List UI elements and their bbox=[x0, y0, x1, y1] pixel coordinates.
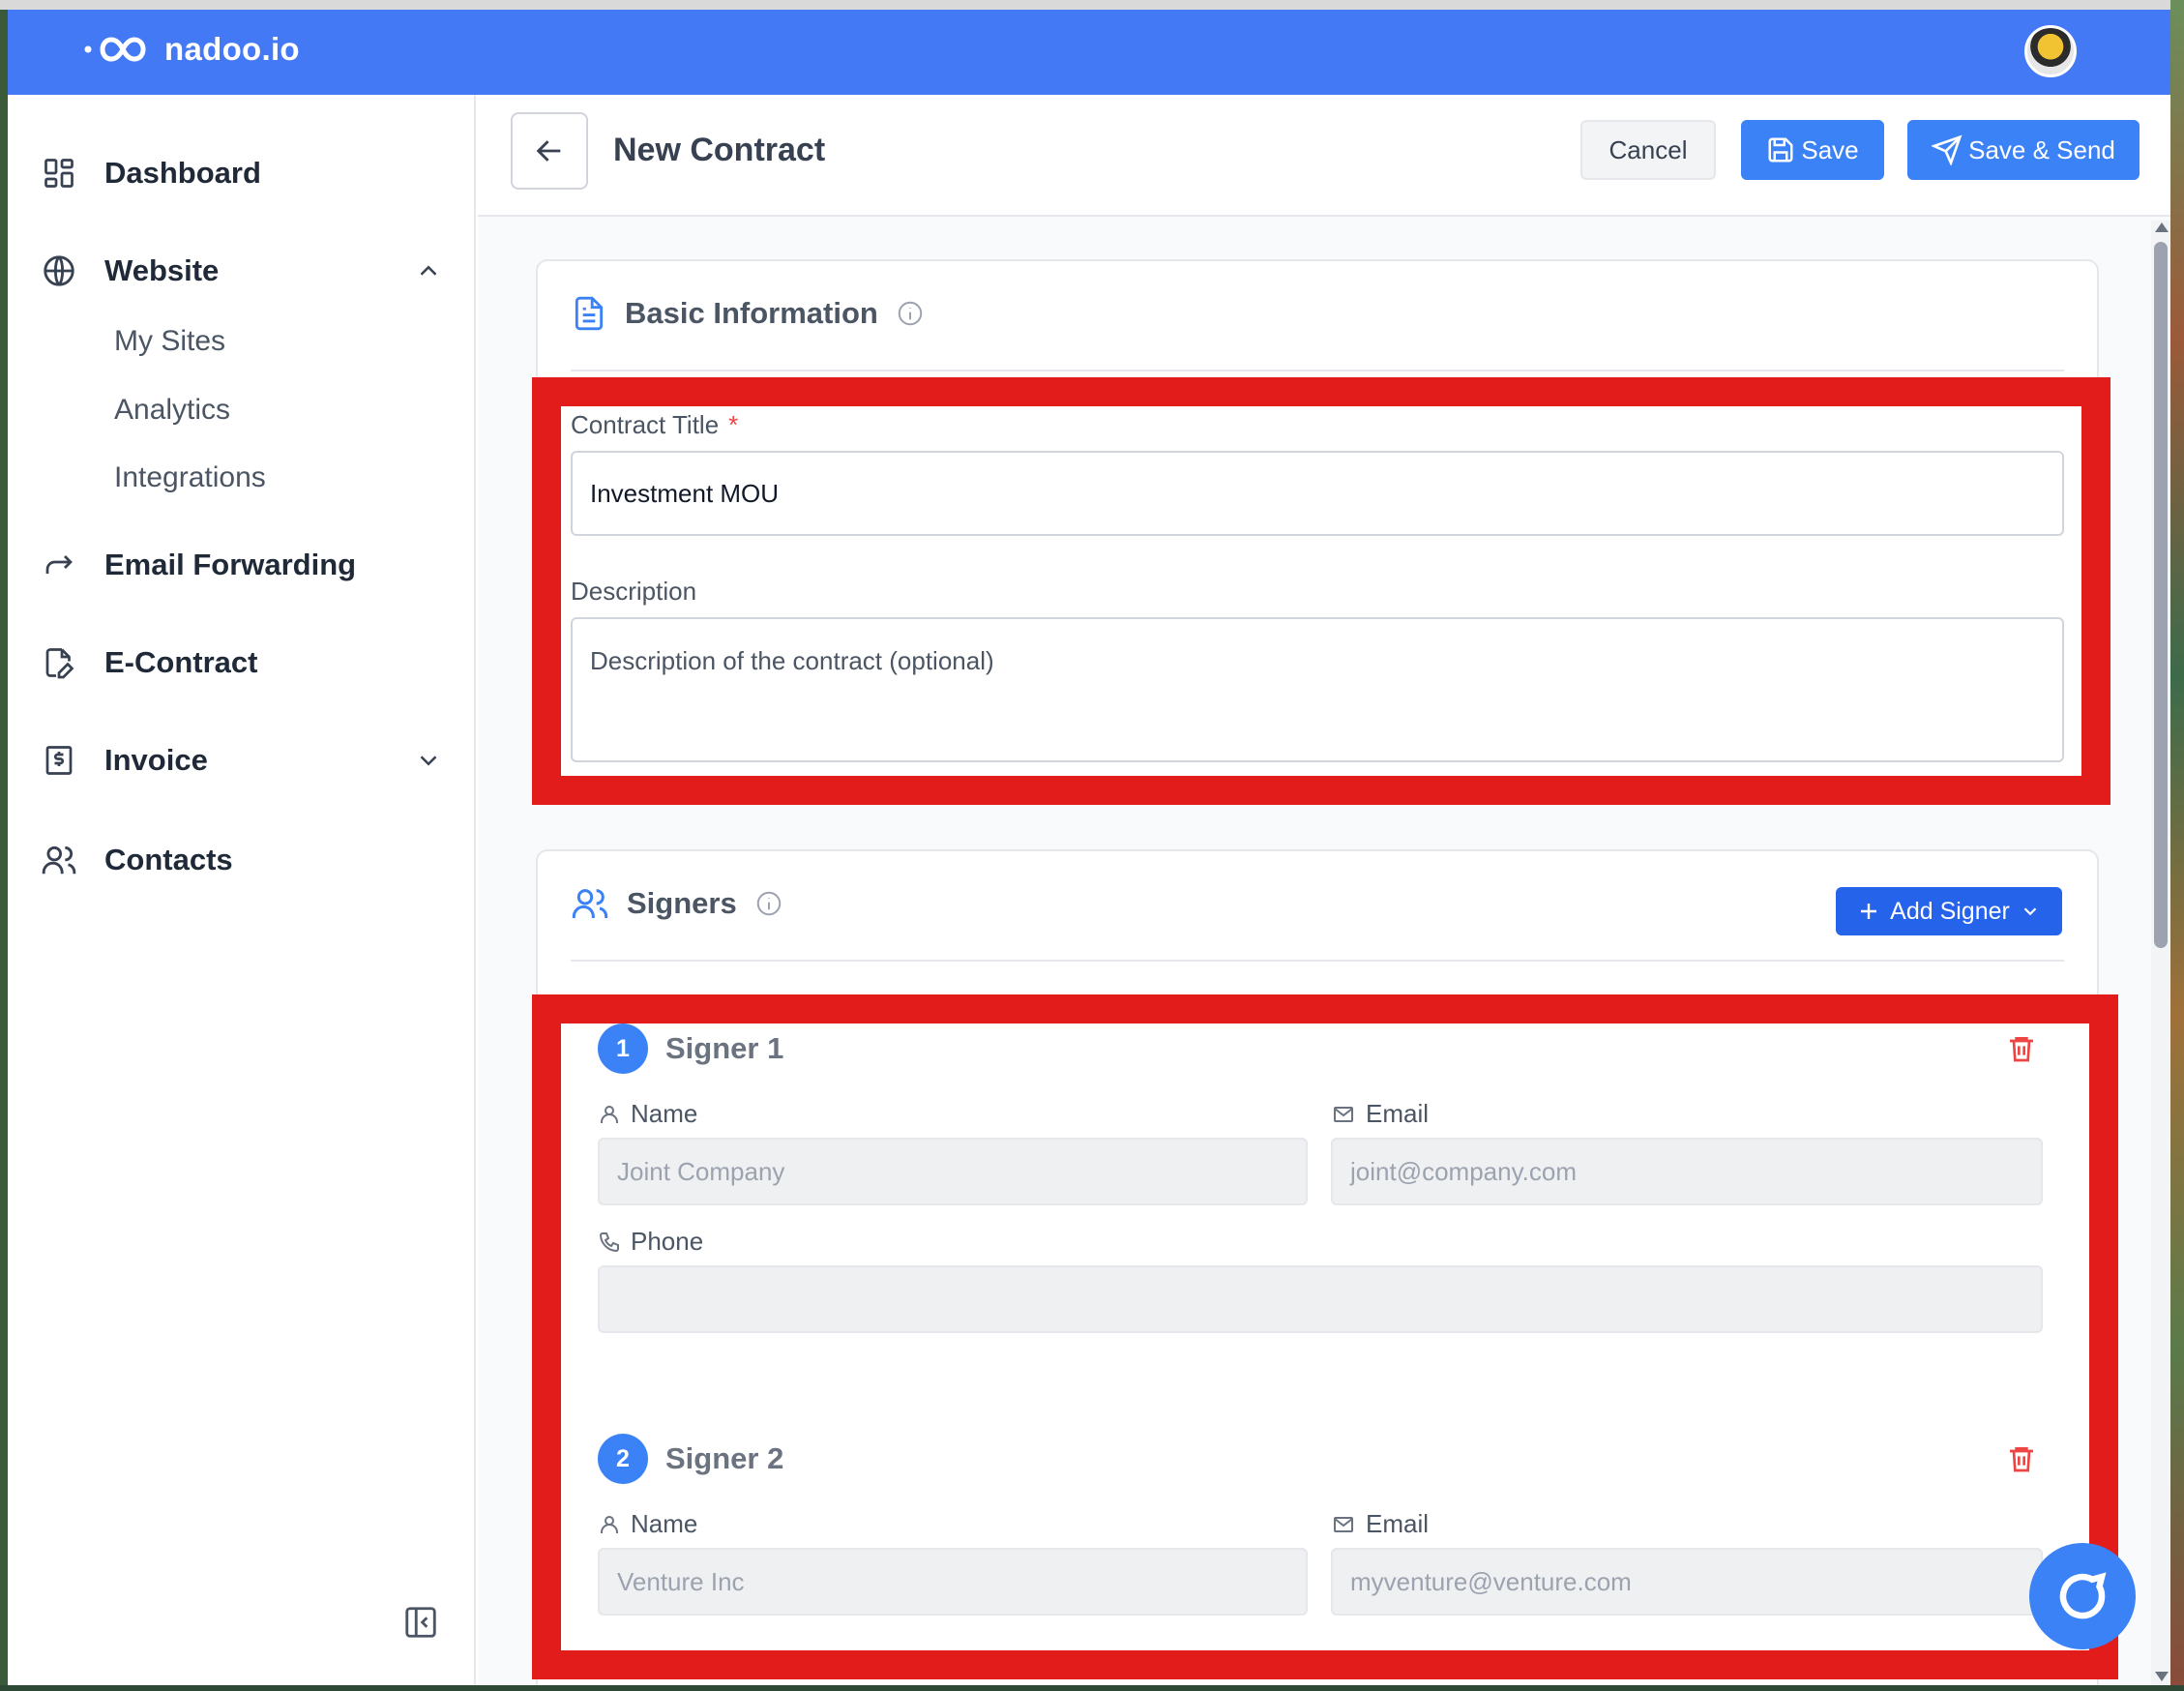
add-signer-button[interactable]: Add Signer bbox=[1836, 887, 2062, 935]
main-scrollbar[interactable] bbox=[2151, 221, 2170, 1685]
sidebar-item-integrations[interactable]: Integrations bbox=[114, 461, 266, 494]
sidebar-item-label: Dashboard bbox=[104, 156, 261, 190]
arrow-left-icon bbox=[536, 140, 561, 162]
send-icon bbox=[1932, 134, 1963, 165]
basic-information-header: Basic Information bbox=[571, 294, 925, 333]
scroll-up-arrow-icon[interactable] bbox=[2155, 222, 2169, 232]
save-and-send-label: Save & Send bbox=[1968, 134, 2115, 164]
infinity-logo-icon bbox=[84, 37, 146, 62]
sidebar-item-contacts[interactable]: Contacts bbox=[41, 842, 233, 878]
forward-arrow-icon bbox=[41, 547, 77, 583]
sidebar-item-my-sites[interactable]: My Sites bbox=[114, 325, 225, 358]
page-header: New Contract Cancel Save Save & Send bbox=[478, 95, 2170, 217]
floppy-disk-icon bbox=[1768, 137, 1793, 163]
save-button[interactable]: Save bbox=[1741, 120, 1884, 180]
save-and-send-button[interactable]: Save & Send bbox=[1907, 120, 2140, 180]
dashboard-icon bbox=[41, 155, 77, 192]
sidebar-item-website[interactable]: Website bbox=[41, 252, 219, 289]
brand-name: nadoo.io bbox=[164, 31, 300, 67]
scrollbar-thumb[interactable] bbox=[2154, 242, 2168, 948]
app-window: nadoo.io Dashboard Website My Sites Anal… bbox=[8, 10, 2170, 1685]
contacts-icon bbox=[41, 842, 77, 878]
highlight-box-signers bbox=[532, 994, 2118, 1679]
chevron-up-icon[interactable] bbox=[414, 256, 443, 285]
sidebar-item-label: Invoice bbox=[104, 743, 208, 777]
sidebar-item-analytics[interactable]: Analytics bbox=[114, 394, 230, 427]
sidebar-item-label: Contacts bbox=[104, 843, 233, 876]
sidebar-item-label: Email Forwarding bbox=[104, 548, 357, 581]
signers-title: Signers bbox=[627, 886, 737, 920]
desktop-background-bottom bbox=[0, 1685, 2184, 1691]
plus-icon bbox=[1861, 904, 1877, 919]
desktop-background-top bbox=[0, 0, 2184, 10]
cancel-button-label: Cancel bbox=[1608, 134, 1688, 164]
users-icon bbox=[572, 889, 608, 918]
page-title: New Contract bbox=[613, 132, 826, 168]
add-signer-label: Add Signer bbox=[1890, 897, 2010, 925]
sidebar-item-email-forwarding[interactable]: Email Forwarding bbox=[41, 547, 356, 583]
back-button[interactable] bbox=[511, 112, 588, 190]
sidebar: Dashboard Website My Sites Analytics Int… bbox=[8, 95, 476, 1685]
sidebar-item-dashboard[interactable]: Dashboard bbox=[41, 155, 261, 192]
highlight-box-basic-info bbox=[532, 377, 2110, 805]
chat-support-button[interactable] bbox=[2029, 1543, 2136, 1649]
signers-header: Signers bbox=[571, 884, 783, 923]
sidebar-item-invoice[interactable]: Invoice bbox=[41, 742, 208, 779]
sidebar-item-label: Website bbox=[104, 253, 220, 287]
sidebar-item-label: E-Contract bbox=[104, 645, 258, 679]
user-avatar[interactable] bbox=[2024, 25, 2077, 77]
cancel-button[interactable]: Cancel bbox=[1580, 120, 1716, 180]
desktop-background-right bbox=[2170, 0, 2184, 1691]
scroll-down-arrow-icon[interactable] bbox=[2155, 1672, 2169, 1681]
chevron-down-icon[interactable] bbox=[414, 746, 443, 775]
card-divider bbox=[571, 960, 2064, 962]
chevron-down-icon bbox=[2023, 907, 2037, 916]
info-icon[interactable] bbox=[896, 299, 925, 328]
globe-icon bbox=[41, 252, 77, 289]
contract-edit-icon bbox=[41, 644, 77, 681]
invoice-icon bbox=[41, 742, 77, 779]
brand-logo[interactable]: nadoo.io bbox=[83, 31, 300, 68]
basic-information-title: Basic Information bbox=[625, 296, 878, 330]
chat-bubble-icon bbox=[2059, 1572, 2107, 1619]
card-divider bbox=[571, 370, 2064, 371]
document-icon bbox=[575, 296, 604, 331]
sidebar-collapse-icon[interactable] bbox=[402, 1604, 439, 1641]
sidebar-item-e-contract[interactable]: E-Contract bbox=[41, 644, 257, 681]
top-bar: nadoo.io bbox=[8, 10, 2170, 95]
save-button-label: Save bbox=[1801, 134, 1859, 164]
info-icon[interactable] bbox=[754, 889, 783, 918]
